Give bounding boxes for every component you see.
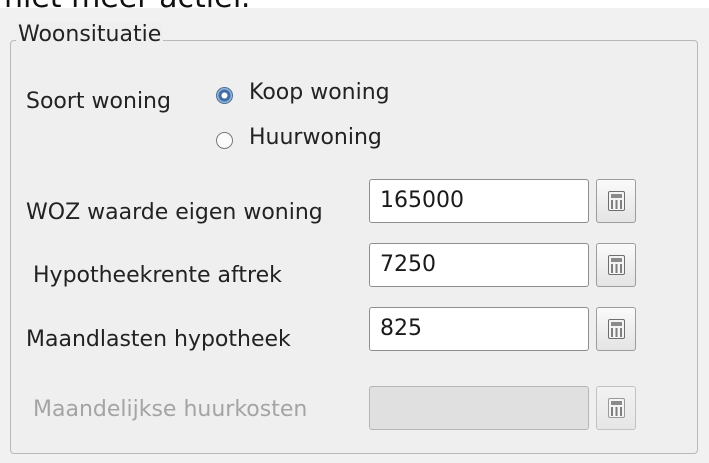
calculator-icon: [608, 255, 625, 275]
calculator-icon: [608, 319, 625, 339]
radio-huurwoning[interactable]: [216, 132, 233, 149]
hypotheekrente-input[interactable]: 7250: [369, 243, 589, 287]
radio-koop-woning[interactable]: [216, 87, 233, 104]
groupbox-title: Woonsituatie: [16, 22, 164, 47]
woz-waarde-label: WOZ waarde eigen woning: [26, 200, 323, 225]
calculator-icon: [608, 191, 625, 211]
maandlasten-label: Maandlasten hypotheek: [26, 327, 291, 352]
hypotheekrente-label: Hypotheekrente aftrek: [33, 263, 282, 288]
woz-calculator-button[interactable]: [596, 179, 636, 223]
soort-woning-label: Soort woning: [26, 89, 171, 114]
calculator-icon: [608, 398, 625, 418]
maandlasten-calculator-button[interactable]: [596, 307, 636, 351]
hypotheekrente-calculator-button[interactable]: [596, 243, 636, 287]
maandlasten-input[interactable]: 825: [369, 307, 589, 351]
huurkosten-calculator-button: [596, 386, 636, 430]
radio-koop-woning-label[interactable]: Koop woning: [249, 80, 390, 105]
huurkosten-input: [369, 386, 589, 430]
radio-huurwoning-label[interactable]: Huurwoning: [249, 125, 382, 150]
woz-waarde-input[interactable]: 165000: [369, 179, 589, 223]
woonsituatie-panel: Woonsituatie Soort woning Koop woning Hu…: [0, 8, 709, 463]
huurkosten-label: Maandelijkse huurkosten: [33, 397, 308, 422]
